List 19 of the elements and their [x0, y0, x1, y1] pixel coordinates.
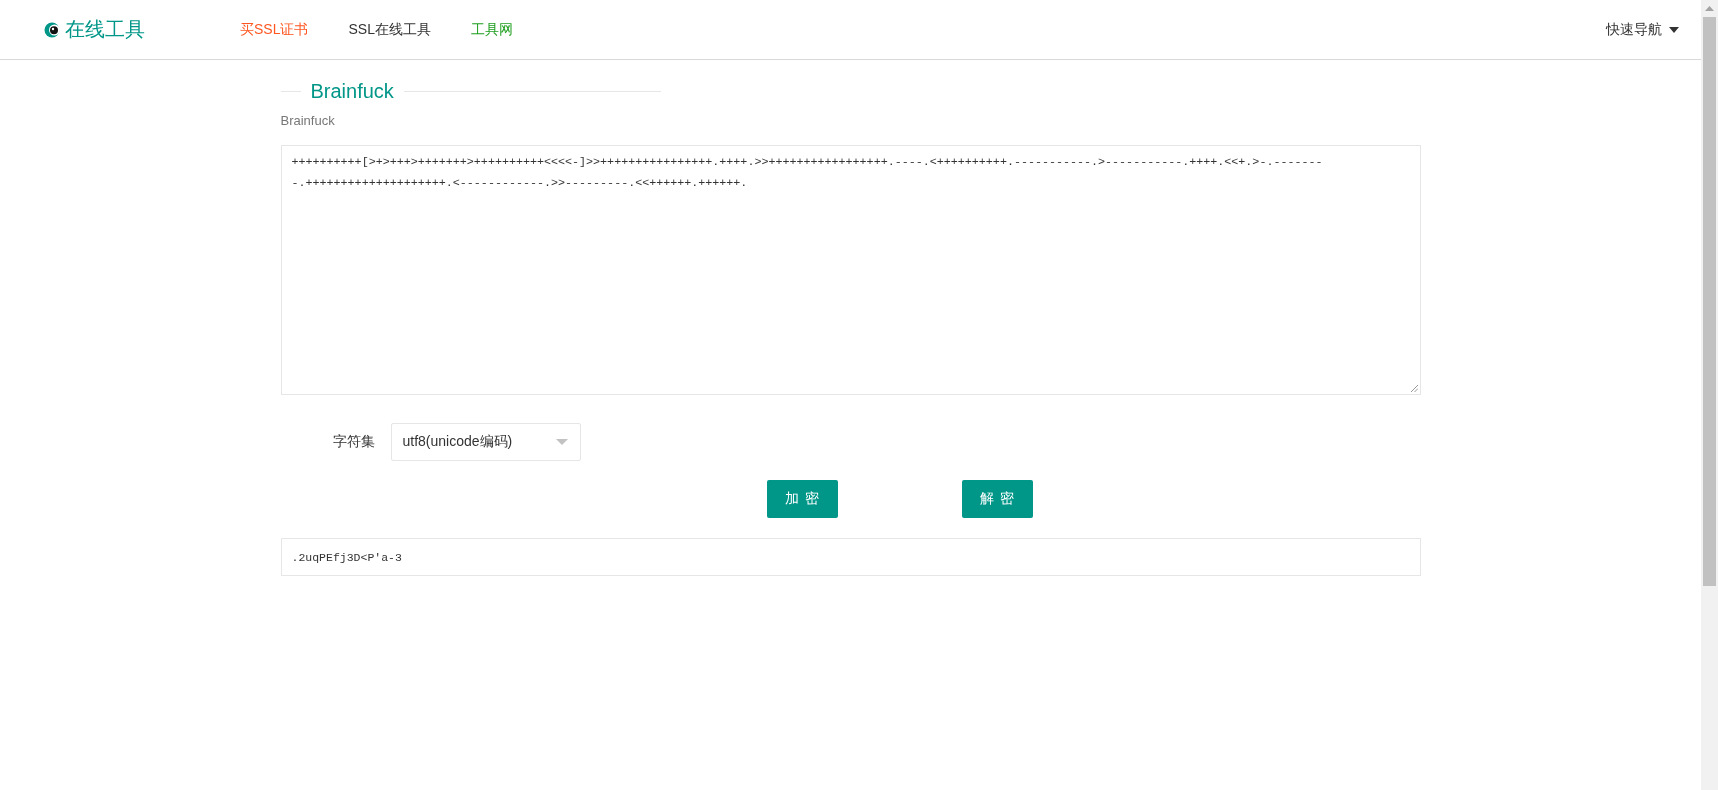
nav-link[interactable]: 工具网 [470, 20, 513, 39]
code-textarea[interactable]: ++++++++++[>+>+++>+++++++>++++++++++<<<<-]>>++++++++++++++++.++++.>>+++++++++++++++++.----.<++++++++++.-----------.>-----------.++++.<<+.>-.--------.++++++++++++++++++++.<------------.>>---------.<<++++++.++++++. [280, 145, 1421, 395]
scroll-up-icon[interactable] [1705, 6, 1714, 11]
quick-nav-menu[interactable]: 快速导航 [1606, 20, 1679, 39]
section-subtitle: Brainfuck [280, 112, 336, 130]
scrollbar[interactable] [1701, 0, 1718, 790]
charset-label: 字符集 [332, 433, 375, 451]
logo-text[interactable]: 在线工具 [65, 16, 145, 43]
section-title: Brainfuck [309, 79, 395, 104]
encrypt-button[interactable]: 加密 [766, 480, 838, 518]
scrollbar-thumb[interactable] [1703, 17, 1716, 586]
resize-grip-icon[interactable] [1409, 384, 1418, 392]
decrypt-button[interactable]: 解密 [961, 480, 1033, 518]
eye-logo-icon [44, 20, 60, 39]
nav-link[interactable]: SSL在线工具 [348, 20, 431, 39]
caret-icon [1669, 26, 1679, 33]
output-field[interactable]: .2uqPEfj3D<P'a-3 [280, 538, 1421, 576]
charset-select[interactable]: utf8(unicode编码) [390, 423, 581, 461]
caret-icon [555, 439, 568, 445]
